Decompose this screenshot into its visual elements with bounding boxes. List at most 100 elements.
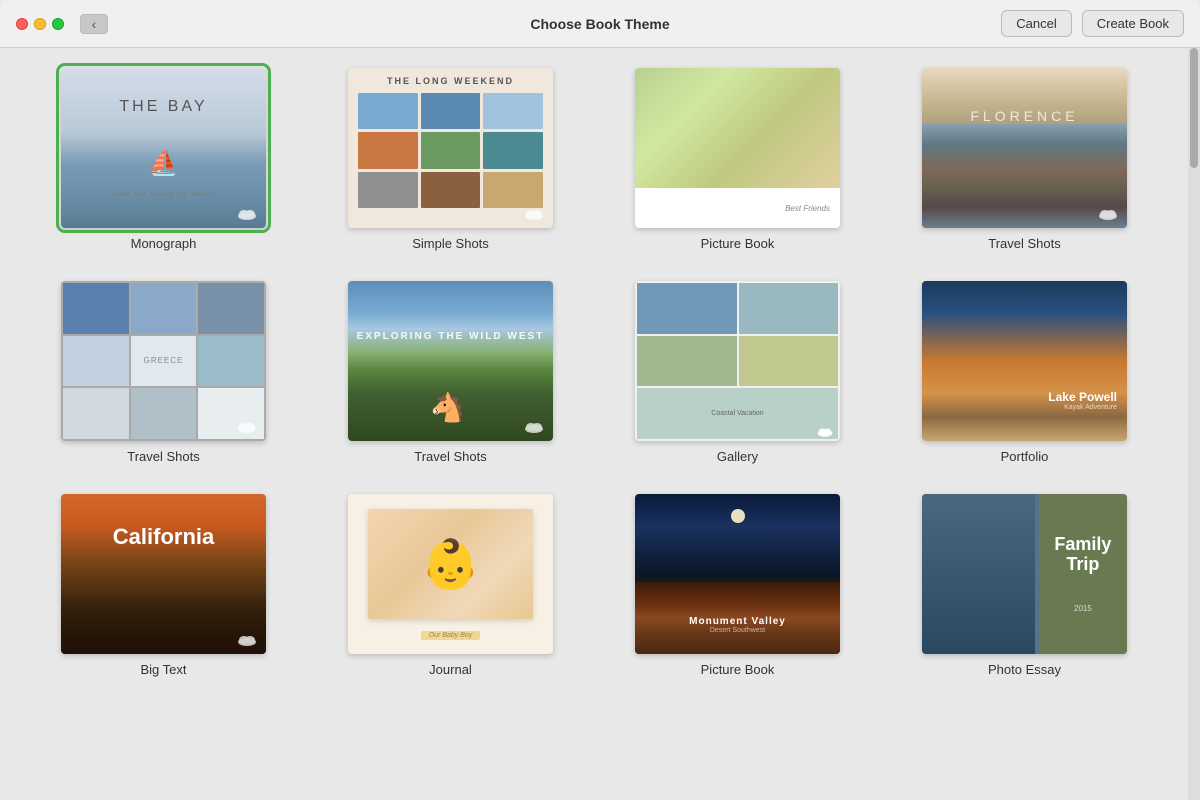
journal-photo: 👶 — [368, 509, 533, 619]
theme-label-monograph: Monograph — [131, 236, 197, 251]
theme-preview-florence[interactable]: FLORENCE — [922, 68, 1127, 228]
theme-grid-area: THE BAY ⛵ Some Fun Around the Waters Mon… — [0, 48, 1188, 800]
theme-item-monograph[interactable]: THE BAY ⛵ Some Fun Around the Waters Mon… — [30, 68, 297, 251]
greece-photo — [131, 388, 197, 439]
maximize-button[interactable] — [52, 18, 64, 30]
portfolio-title-text: Lake Powell — [1048, 390, 1117, 404]
monument-moon — [731, 509, 745, 523]
theme-label-greece: Travel Shots — [127, 449, 200, 464]
titlebar-actions: Cancel Create Book — [1001, 10, 1184, 37]
theme-label-simple-shots: Simple Shots — [412, 236, 489, 251]
theme-preview-picture-book-1[interactable]: Best Friends — [635, 68, 840, 228]
greece-label: GREECE — [144, 356, 184, 365]
picture-book-caption-bar: Best Friends — [635, 188, 840, 228]
simple-shots-grid — [358, 93, 543, 208]
greece-photo — [63, 336, 129, 387]
gallery-photo — [637, 336, 737, 387]
simple-shots-title: THE LONG WEEKEND — [348, 76, 553, 86]
monument-title: Monument Valley — [635, 616, 840, 627]
theme-grid: THE BAY ⛵ Some Fun Around the Waters Mon… — [30, 68, 1158, 697]
monument-subtitle: Desert Southwest — [635, 627, 840, 634]
back-button[interactable]: ‹ — [80, 14, 108, 34]
wildwest-title: EXPLORING THE WILD WEST — [348, 331, 553, 342]
gallery-caption: Coastal Vacation — [711, 410, 763, 417]
theme-item-simple-shots[interactable]: THE LONG WEEKEND — [317, 68, 584, 251]
cloud-icon — [523, 206, 545, 220]
theme-label-monument: Picture Book — [701, 662, 775, 677]
theme-preview-simple-shots[interactable]: THE LONG WEEKEND — [348, 68, 553, 228]
theme-label-big-text: Big Text — [140, 662, 186, 677]
theme-preview-wildwest[interactable]: EXPLORING THE WILD WEST 🐴 — [348, 281, 553, 441]
cloud-icon — [236, 419, 258, 433]
theme-item-picture-book-1[interactable]: Best Friends Picture Book — [604, 68, 871, 251]
theme-item-portfolio[interactable]: Lake Powell Kayak Adventure Portfolio — [891, 281, 1158, 464]
photo-cell — [483, 132, 543, 168]
gallery-bottom: Coastal Vacation — [637, 388, 838, 439]
cloud-icon — [236, 632, 258, 646]
theme-preview-greece[interactable]: GREECE — [61, 281, 266, 441]
theme-label-florence: Travel Shots — [988, 236, 1061, 251]
close-button[interactable] — [16, 18, 28, 30]
theme-preview-monument[interactable]: Monument Valley Desert Southwest — [635, 494, 840, 654]
scrollbar-thumb[interactable] — [1190, 48, 1198, 168]
theme-label-photo-essay: Photo Essay — [988, 662, 1061, 677]
family-trip-title-block: Family Trip 2015 — [1047, 535, 1119, 614]
theme-label-portfolio: Portfolio — [1001, 449, 1049, 464]
cancel-button[interactable]: Cancel — [1001, 10, 1071, 37]
photo-cell — [421, 132, 481, 168]
monograph-boat-icon: ⛵ — [149, 149, 179, 178]
theme-label-wildwest: Travel Shots — [414, 449, 487, 464]
gallery-photo — [739, 336, 839, 387]
gallery-photo — [637, 283, 737, 334]
theme-item-journal[interactable]: 👶 Our Baby Boy Journal — [317, 494, 584, 677]
titlebar: ‹ Choose Book Theme Cancel Create Book — [0, 0, 1200, 48]
theme-preview-family[interactable]: 👧 Family Trip 2015 — [922, 494, 1127, 654]
picture-book-caption: Best Friends — [785, 204, 830, 213]
theme-label-gallery: Gallery — [717, 449, 758, 464]
portfolio-title-block: Lake Powell Kayak Adventure — [1048, 390, 1117, 411]
journal-caption: Our Baby Boy — [348, 630, 553, 639]
minimize-button[interactable] — [34, 18, 46, 30]
greece-photo — [198, 283, 264, 334]
monograph-title: THE BAY — [61, 98, 266, 116]
photo-cell — [358, 93, 418, 129]
california-title: California — [61, 524, 266, 550]
family-photo-left: 👧 — [922, 494, 1035, 654]
portfolio-subtitle: Kayak Adventure — [1048, 404, 1117, 411]
theme-preview-gallery[interactable]: Coastal Vacation — [635, 281, 840, 441]
journal-caption-text: Our Baby Boy — [421, 631, 481, 640]
greece-photo — [63, 388, 129, 439]
theme-preview-monograph[interactable]: THE BAY ⛵ Some Fun Around the Waters — [61, 68, 266, 228]
florence-title: FLORENCE — [922, 108, 1127, 124]
create-book-button[interactable]: Create Book — [1082, 10, 1184, 37]
greece-photo — [63, 283, 129, 334]
theme-item-wildwest[interactable]: EXPLORING THE WILD WEST 🐴 Travel Shots — [317, 281, 584, 464]
photo-cell — [421, 93, 481, 129]
cloud-icon — [236, 206, 258, 220]
monument-caption: Monument Valley Desert Southwest — [635, 616, 840, 634]
theme-item-florence[interactable]: FLORENCE Travel Shots — [891, 68, 1158, 251]
photo-cell — [358, 132, 418, 168]
theme-item-big-text[interactable]: California Big Text — [30, 494, 297, 677]
traffic-lights — [16, 18, 64, 30]
family-trip-title: Family Trip — [1047, 535, 1119, 575]
family-trip-year: 2015 — [1047, 604, 1119, 613]
titlebar-controls: ‹ — [16, 14, 108, 34]
theme-item-monument[interactable]: Monument Valley Desert Southwest Picture… — [604, 494, 871, 677]
window-title: Choose Book Theme — [530, 16, 669, 32]
theme-preview-portfolio[interactable]: Lake Powell Kayak Adventure — [922, 281, 1127, 441]
scrollbar[interactable] — [1188, 48, 1200, 800]
theme-item-photo-essay[interactable]: 👧 Family Trip 2015 Photo Essay — [891, 494, 1158, 677]
cloud-icon — [816, 425, 834, 437]
wildwest-horse: 🐴 — [430, 391, 460, 431]
theme-item-gallery[interactable]: Coastal Vacation Gallery — [604, 281, 871, 464]
theme-label-journal: Journal — [429, 662, 472, 677]
greece-center-cell: GREECE — [131, 336, 197, 387]
photo-cell — [358, 172, 418, 208]
picture-book-photo — [635, 68, 840, 188]
photo-cell — [483, 172, 543, 208]
theme-preview-california[interactable]: California — [61, 494, 266, 654]
main-content: THE BAY ⛵ Some Fun Around the Waters Mon… — [0, 48, 1200, 800]
theme-preview-journal[interactable]: 👶 Our Baby Boy — [348, 494, 553, 654]
theme-item-greece[interactable]: GREECE Travel Shots — [30, 281, 297, 464]
